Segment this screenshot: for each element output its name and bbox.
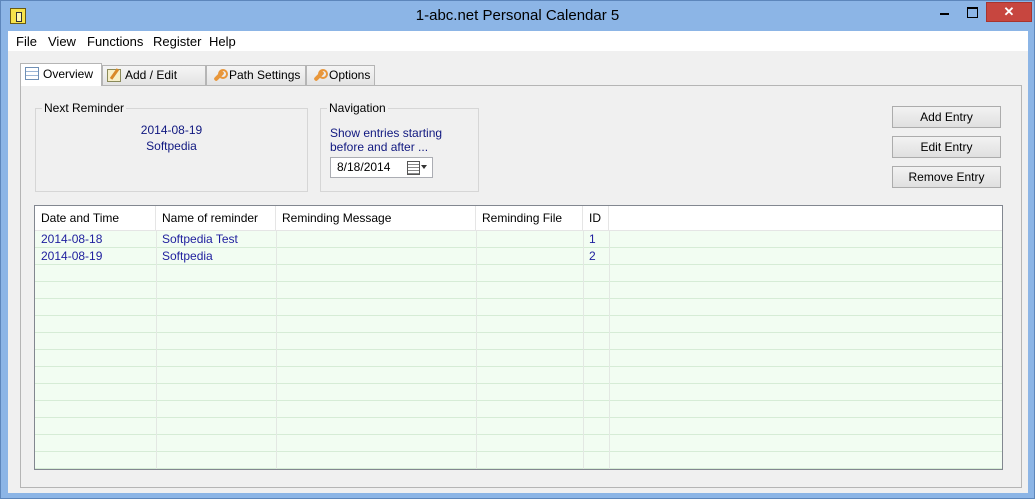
menu-functions[interactable]: Functions xyxy=(87,34,143,49)
cell-id: 2 xyxy=(589,249,596,263)
menu-help[interactable]: Help xyxy=(209,34,236,49)
tab-options-label: Options xyxy=(329,68,371,82)
next-reminder-date: 2014-08-19 xyxy=(140,123,203,137)
menu-bar: File View Functions Register Help xyxy=(8,31,1028,51)
column-header-name[interactable]: Name of reminder xyxy=(156,206,276,231)
menu-file[interactable]: File xyxy=(16,34,37,49)
column-divider xyxy=(583,231,584,469)
calendar-dropdown-icon[interactable] xyxy=(406,161,428,175)
column-divider xyxy=(156,231,157,469)
remove-entry-button[interactable]: Remove Entry xyxy=(892,166,1001,188)
column-divider xyxy=(276,231,277,469)
column-divider xyxy=(476,231,477,469)
navigation-title: Navigation xyxy=(327,101,388,115)
wrench-icon xyxy=(311,69,328,82)
column-header-file[interactable]: Reminding File xyxy=(476,206,583,231)
cell-name: Softpedia Test xyxy=(162,232,238,246)
navigation-text: Show entries starting before and after .… xyxy=(330,126,443,154)
table-row[interactable]: 2014-08-19 Softpedia 2 xyxy=(35,248,1002,265)
column-header-date[interactable]: Date and Time xyxy=(35,206,156,231)
table-body: 2014-08-18 Softpedia Test 1 2014-08-19 S… xyxy=(35,231,1002,469)
cell-name: Softpedia xyxy=(162,249,213,263)
title-bar[interactable]: 1-abc.net Personal Calendar 5 ✕ xyxy=(1,1,1034,31)
app-window: 1-abc.net Personal Calendar 5 ✕ File Vie… xyxy=(0,0,1035,499)
overview-panel: Next Reminder 2014-08-19 Softpedia Navig… xyxy=(20,85,1022,488)
reminder-table[interactable]: Date and Time Name of reminder Reminding… xyxy=(34,205,1003,470)
edit-note-icon xyxy=(107,69,121,82)
edit-entry-button[interactable]: Edit Entry xyxy=(892,136,1001,158)
next-reminder-group: Next Reminder 2014-08-19 Softpedia xyxy=(35,101,308,192)
date-picker-value: 8/18/2014 xyxy=(337,160,391,174)
client-area: File View Functions Register Help Overvi… xyxy=(8,31,1028,493)
table-row[interactable]: 2014-08-18 Softpedia Test 1 xyxy=(35,231,1002,248)
tab-overview-label: Overview xyxy=(43,67,94,81)
cell-date: 2014-08-19 xyxy=(41,249,103,263)
menu-view[interactable]: View xyxy=(48,34,76,49)
cell-id: 1 xyxy=(589,232,596,246)
close-button[interactable]: ✕ xyxy=(986,2,1032,22)
table-header: Date and Time Name of reminder Reminding… xyxy=(35,206,1002,231)
window-title: 1-abc.net Personal Calendar 5 xyxy=(415,7,620,24)
minimize-button[interactable] xyxy=(931,2,958,22)
navigation-date-picker[interactable]: 8/18/2014 xyxy=(330,157,433,178)
calendar-icon xyxy=(25,67,39,80)
cell-date: 2014-08-18 xyxy=(41,232,103,246)
next-reminder-title: Next Reminder xyxy=(42,101,127,115)
column-header-id[interactable]: ID xyxy=(583,206,609,231)
add-entry-button[interactable]: Add Entry xyxy=(892,106,1001,128)
wrench-icon xyxy=(211,69,228,82)
tab-path-settings-label: Path Settings xyxy=(229,68,301,82)
column-header-message[interactable]: Reminding Message xyxy=(276,206,476,231)
tab-options[interactable]: Options xyxy=(306,65,375,85)
navigation-group: Navigation Show entries starting before … xyxy=(320,101,479,192)
tab-overview[interactable]: Overview xyxy=(20,63,102,86)
tab-add-edit-data[interactable]: Add / Edit Data xyxy=(102,65,206,100)
maximize-button[interactable] xyxy=(959,2,985,22)
menu-register[interactable]: Register xyxy=(153,34,201,49)
next-reminder-name: Softpedia xyxy=(146,139,197,153)
column-divider xyxy=(609,231,610,469)
tab-path-settings[interactable]: Path Settings xyxy=(206,65,306,85)
